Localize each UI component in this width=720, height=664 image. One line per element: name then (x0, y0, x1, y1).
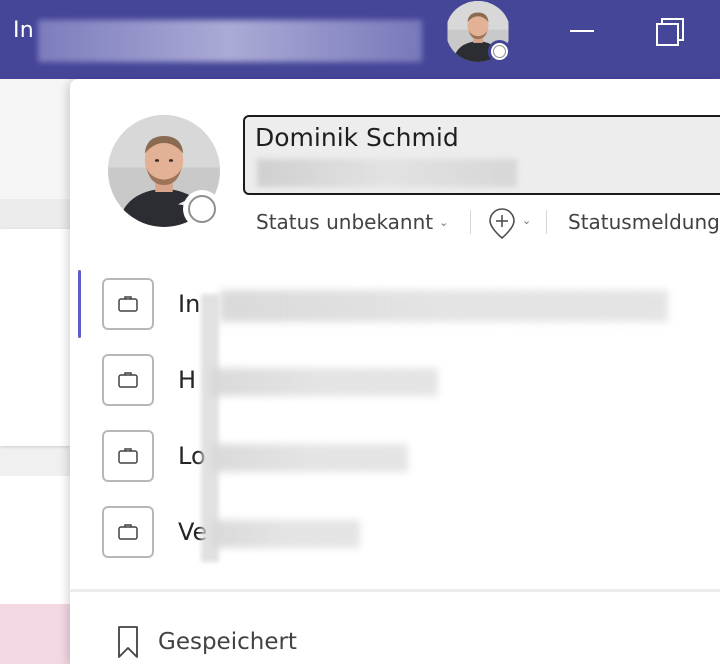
chevron-down-icon: ⌄ (439, 216, 449, 229)
redacted-email (257, 159, 517, 187)
minimize-icon[interactable] (570, 30, 594, 32)
status-label: Status unbekannt (256, 210, 434, 234)
add-location-button[interactable]: ⌄ (486, 208, 532, 240)
title-bar: In (0, 0, 720, 79)
redacted-account-name (212, 520, 360, 548)
divider (70, 589, 720, 592)
background-card (0, 229, 70, 446)
divider (546, 210, 547, 234)
account-item[interactable]: Ve (70, 498, 720, 566)
redacted-account-name (210, 368, 438, 396)
profile-name-card[interactable]: Dominik Schmid (243, 115, 720, 195)
location-add-icon (489, 208, 515, 240)
account-tile (102, 354, 154, 406)
redacted-account-name (212, 444, 408, 472)
background-separator (0, 199, 70, 229)
account-flyout: Dominik Schmid Status unbekannt ⌄ ⌄ Statu… (70, 79, 720, 664)
status-button[interactable]: Status unbekannt ⌄ (256, 210, 448, 234)
account-item[interactable]: Lo (70, 422, 720, 490)
redaction-strip (201, 294, 219, 562)
title-presence-indicator (488, 40, 511, 63)
bookmark-icon (118, 626, 138, 658)
account-tile (102, 506, 154, 558)
app-title: In (13, 18, 34, 43)
divider (470, 210, 471, 234)
redacted-account-name (220, 290, 668, 322)
account-tile (102, 430, 154, 482)
saved-item[interactable]: Gespeichert (70, 619, 720, 664)
background-card-2 (0, 476, 70, 604)
background-highlight (0, 604, 70, 664)
chevron-down-icon: ⌄ (522, 214, 532, 227)
status-message-button[interactable]: Statusmeldung (568, 210, 720, 234)
saved-label: Gespeichert (158, 629, 297, 655)
profile-name: Dominik Schmid (255, 123, 459, 152)
restore-icon[interactable] (654, 16, 686, 48)
status-row: Status unbekannt ⌄ ⌄ Statusmeldung (256, 208, 720, 240)
background-pane (0, 79, 70, 199)
briefcase-icon (118, 524, 138, 540)
briefcase-icon (118, 372, 138, 388)
account-tile (102, 278, 154, 330)
presence-status-indicator (183, 190, 221, 228)
briefcase-icon (118, 448, 138, 464)
briefcase-icon (118, 296, 138, 312)
account-item[interactable]: In (70, 270, 720, 338)
redacted-title (38, 20, 422, 62)
account-label: H (178, 366, 197, 394)
account-label: In (178, 290, 201, 318)
account-item[interactable]: H (70, 346, 720, 414)
